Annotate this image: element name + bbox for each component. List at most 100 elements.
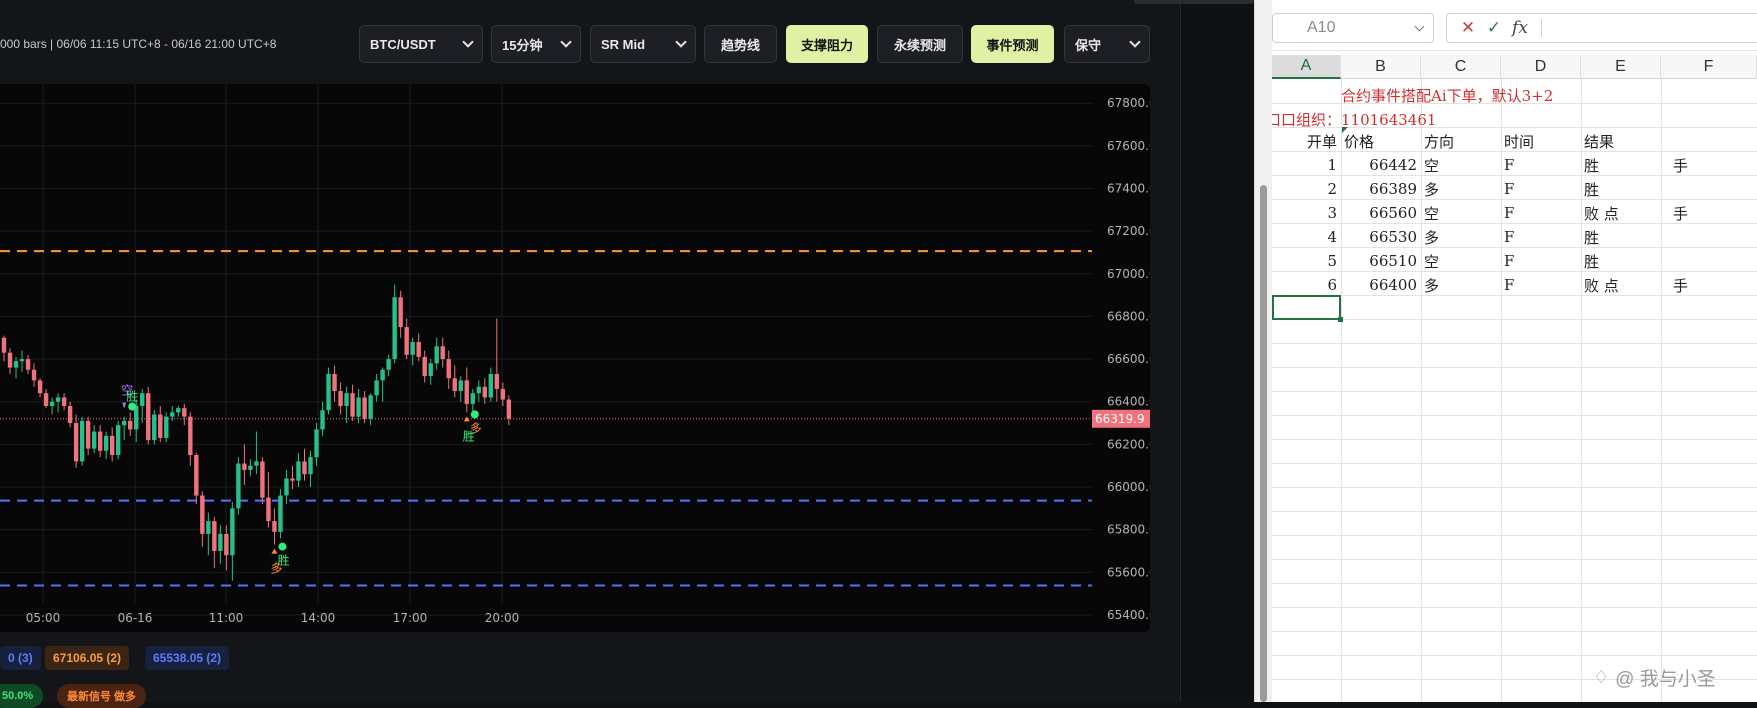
grid-hline <box>1272 535 1757 536</box>
title-cell[interactable]: 合约事件搭配Ai下单，默认3+2 <box>1341 83 1741 107</box>
cell-r9-c3[interactable]: F <box>1504 273 1580 297</box>
cell-r8-c4[interactable]: 胜 <box>1584 249 1660 273</box>
candle-body <box>296 461 301 481</box>
trendline-button[interactable]: 趋势线 <box>704 25 777 63</box>
header-cell-direction[interactable]: 方向 <box>1424 129 1500 153</box>
cell-r4-c4[interactable]: 胜 <box>1584 153 1660 177</box>
column-header-d[interactable]: D <box>1501 55 1581 79</box>
cell-r6-c3[interactable]: F <box>1504 201 1580 225</box>
cell-r8-c3[interactable]: F <box>1504 249 1580 273</box>
cell-r7-c0[interactable]: 4 <box>1272 225 1341 249</box>
cell-r4-c5[interactable]: 手 <box>1673 153 1757 177</box>
mode-select[interactable]: 保守 <box>1064 25 1150 63</box>
y-tick-label: 66800.0 <box>1107 309 1150 323</box>
candle-body <box>146 393 151 441</box>
cell-r6-c5[interactable]: 手 <box>1673 201 1757 225</box>
column-header-f[interactable]: F <box>1661 55 1757 79</box>
header-cell-time[interactable]: 时间 <box>1504 129 1580 153</box>
cell-r8-c2[interactable]: 空 <box>1424 249 1500 273</box>
candle-body <box>97 431 103 451</box>
candle-body <box>164 416 169 438</box>
candle-body <box>428 363 433 377</box>
mode-select-label: 保守 <box>1075 37 1102 53</box>
cell-r4-c2[interactable]: 空 <box>1424 153 1500 177</box>
column-header-b[interactable]: B <box>1341 55 1421 79</box>
interval-select[interactable]: 15分钟 <box>491 25 581 63</box>
cell-r5-c1[interactable]: 66389 <box>1341 177 1421 201</box>
interval-select-label: 15分钟 <box>502 37 543 53</box>
cell-r8-c5[interactable] <box>1673 249 1757 273</box>
candle-body <box>338 391 343 406</box>
candle-body <box>115 425 121 456</box>
chevron-down-icon[interactable] <box>1414 21 1425 32</box>
indicator-select-label: SR Mid <box>601 36 646 52</box>
trading-panel: 000 bars | 06/06 11:15 UTC+8 - 06/16 21:… <box>0 0 1254 708</box>
cell-r4-c3[interactable]: F <box>1504 153 1580 177</box>
cell-r7-c1[interactable]: 66530 <box>1341 225 1421 249</box>
legend-support-pill: 65538.05 (2) <box>145 646 230 670</box>
candle-body <box>13 361 19 368</box>
insert-function-icon[interactable]: fx <box>1507 18 1533 38</box>
header-cell-result[interactable]: 结果 <box>1584 129 1660 153</box>
candle-body <box>248 465 253 470</box>
candle-body <box>37 380 43 394</box>
confirm-icon[interactable]: ✓ <box>1481 18 1507 38</box>
symbol-select[interactable]: BTC/USDT <box>359 25 483 63</box>
cell-r5-c0[interactable]: 2 <box>1272 177 1341 201</box>
candle-body <box>314 429 319 458</box>
candle-body <box>356 397 361 417</box>
latest-signal-pill[interactable]: 最新信号 做多 <box>57 684 147 708</box>
name-box[interactable]: A10 <box>1272 13 1434 43</box>
scrollbar-thumb[interactable] <box>1260 185 1267 702</box>
candle-body <box>236 463 241 509</box>
cell-r6-c0[interactable]: 3 <box>1272 201 1341 225</box>
signal-win-dot <box>470 410 479 419</box>
header-cell-no[interactable]: 开单 <box>1272 129 1341 153</box>
cell-r6-c1[interactable]: 66560 <box>1341 201 1421 225</box>
column-header-a[interactable]: A <box>1272 55 1341 79</box>
candle-body <box>212 521 217 551</box>
candle-body <box>7 352 13 368</box>
column-header-e[interactable]: E <box>1581 55 1661 79</box>
y-tick-label: 67800.0 <box>1107 96 1150 110</box>
formula-separator <box>1541 19 1542 37</box>
watermark-text: @ 我与小圣 <box>1615 669 1716 690</box>
x-tick-label: 11:00 <box>209 611 244 625</box>
cell-r5-c3[interactable]: F <box>1504 177 1580 201</box>
cell-r6-c4[interactable]: 败 点 <box>1584 201 1660 225</box>
cell-r7-c2[interactable]: 多 <box>1424 225 1500 249</box>
column-header-c[interactable]: C <box>1421 55 1501 79</box>
cell-r4-c0[interactable]: 1 <box>1272 153 1341 177</box>
contact-cell[interactable]: 口口组织：1101643461 <box>1272 107 1666 131</box>
cell-r7-c4[interactable]: 胜 <box>1584 225 1660 249</box>
formula-input-area[interactable]: ✕ ✓ fx <box>1446 13 1757 43</box>
chevron-down-icon <box>560 36 572 48</box>
cell-r7-c3[interactable]: F <box>1504 225 1580 249</box>
event-forecast-button[interactable]: 事件预测 <box>971 25 1054 63</box>
candle-body <box>326 373 331 411</box>
cell-r8-c1[interactable]: 66510 <box>1341 249 1421 273</box>
candle-body <box>284 478 289 496</box>
header-cell-price[interactable]: 价格 <box>1344 129 1420 153</box>
indicator-select[interactable]: SR Mid <box>590 25 696 63</box>
cell-r9-c5[interactable]: 手 <box>1673 273 1757 297</box>
cell-r8-c0[interactable]: 5 <box>1272 249 1341 273</box>
cell-r4-c1[interactable]: 66442 <box>1341 153 1421 177</box>
cell-r9-c2[interactable]: 多 <box>1424 273 1500 297</box>
cell-r7-c5[interactable] <box>1673 225 1757 249</box>
cell-r9-c1[interactable]: 66400 <box>1341 273 1421 297</box>
price-chart[interactable]: 66319.9空胜胜多多胜67800.067600.067400.067200.… <box>0 84 1150 632</box>
active-cell-a10[interactable] <box>1272 295 1343 322</box>
candle-body <box>79 420 85 462</box>
support-resistance-button[interactable]: 支撑阻力 <box>786 25 868 63</box>
cell-r6-c2[interactable]: 空 <box>1424 201 1500 225</box>
candle-body <box>206 521 211 534</box>
cell-r5-c5[interactable] <box>1673 177 1757 201</box>
perpetual-forecast-button[interactable]: 永续预测 <box>877 25 963 63</box>
cell-r5-c4[interactable]: 胜 <box>1584 177 1660 201</box>
cancel-icon[interactable]: ✕ <box>1455 18 1481 38</box>
cell-r9-c0[interactable]: 6 <box>1272 273 1341 297</box>
cell-r9-c4[interactable]: 败 点 <box>1584 273 1660 297</box>
cell-r5-c2[interactable]: 多 <box>1424 177 1500 201</box>
signal-win-dot <box>128 402 137 411</box>
